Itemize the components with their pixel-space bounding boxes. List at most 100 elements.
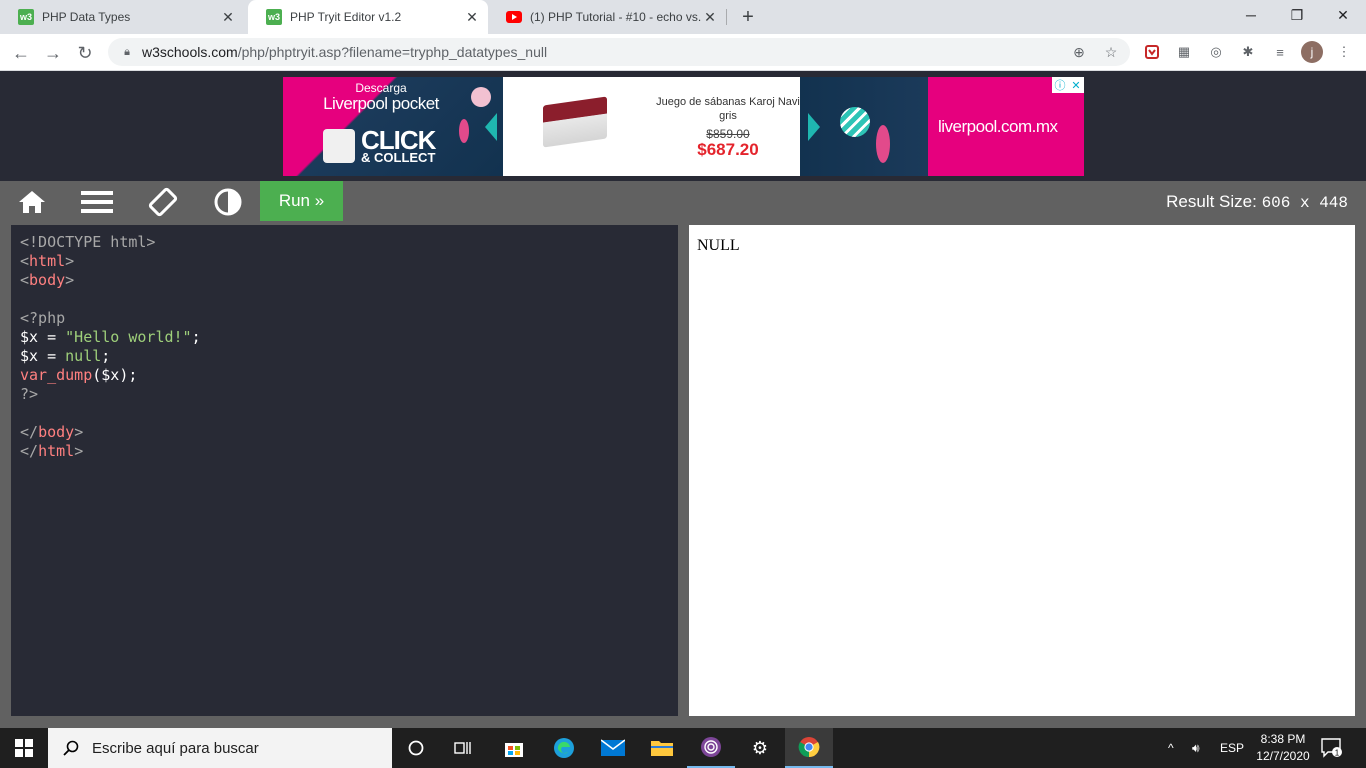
lock-icon[interactable]: 🔒︎ bbox=[120, 45, 134, 59]
liverpool-ad[interactable]: Descarga Liverpool pocket CLICK & COLLEC… bbox=[283, 77, 1084, 176]
url-text[interactable]: w3schools.com/php/phptryit.asp?filename=… bbox=[142, 44, 547, 60]
code-line: <html> bbox=[20, 252, 678, 271]
show-hidden-icons-chevron-icon[interactable]: ^ bbox=[1168, 728, 1174, 768]
operator: = bbox=[38, 347, 66, 365]
extensions-puzzle-icon[interactable]: ✱ bbox=[1239, 43, 1257, 61]
tag-name: body bbox=[38, 423, 75, 441]
operator: = bbox=[38, 328, 66, 346]
zoom-icon[interactable]: ⊕ bbox=[1070, 43, 1088, 61]
tab-php-tryit-editor[interactable]: w3 PHP Tryit Editor v1.2 ✕ bbox=[248, 0, 488, 34]
ornament-icon bbox=[459, 119, 469, 143]
arrow-shape-icon bbox=[808, 113, 820, 141]
volume-icon[interactable]: 🔊︎ bbox=[1192, 728, 1200, 768]
menu-kebab-icon[interactable]: ⋮ bbox=[1335, 43, 1353, 61]
forward-arrow-icon[interactable]: → bbox=[40, 40, 66, 66]
rotate-orientation-icon[interactable] bbox=[145, 187, 181, 217]
tag-name: html bbox=[38, 442, 75, 460]
code-line: <?php bbox=[20, 309, 678, 328]
omnibox[interactable]: 🔒︎ w3schools.com/php/phptryit.asp?filena… bbox=[108, 38, 1130, 66]
ornament-icon bbox=[840, 107, 870, 137]
ornament-icon bbox=[876, 125, 890, 163]
ornament-icon bbox=[471, 87, 491, 107]
tab-youtube-php-tutorial[interactable]: (1) PHP Tutorial - #10 - echo vs. p ✕ bbox=[488, 0, 726, 34]
reload-icon[interactable]: ↻ bbox=[72, 40, 98, 66]
tab-title: PHP Tryit Editor v1.2 bbox=[290, 10, 402, 24]
mail-icon[interactable] bbox=[589, 728, 637, 768]
clock-date: 12/7/2020 bbox=[1256, 749, 1310, 763]
code-line: <body> bbox=[20, 271, 678, 290]
php-variable: $x bbox=[20, 328, 39, 346]
task-view-icon[interactable] bbox=[440, 728, 488, 768]
code-line: </body> bbox=[20, 423, 678, 442]
result-size: Result Size: 606 x 448 bbox=[1166, 192, 1348, 212]
action-center-notification-icon[interactable]: 1 bbox=[1320, 736, 1344, 760]
result-output: NULL bbox=[697, 237, 740, 254]
system-clock[interactable]: 8:38 PM 12/7/2020 bbox=[1252, 731, 1314, 765]
file-explorer-icon[interactable] bbox=[638, 728, 686, 768]
ad-pocket-text: Liverpool pocket bbox=[323, 94, 439, 113]
menu-hamburger-icon[interactable] bbox=[79, 187, 115, 217]
tor-browser-icon[interactable] bbox=[687, 728, 735, 768]
result-size-label: Result Size: bbox=[1166, 192, 1257, 211]
result-size-value: 606 x 448 bbox=[1261, 194, 1348, 212]
ad-info-icon[interactable]: ⓘ bbox=[1052, 77, 1068, 93]
microsoft-store-icon[interactable] bbox=[490, 728, 538, 768]
bookmark-star-icon[interactable]: ☆ bbox=[1102, 43, 1120, 61]
settings-gear-icon[interactable]: ⚙ bbox=[736, 728, 784, 768]
extension-camera-icon[interactable]: ◎ bbox=[1207, 43, 1225, 61]
window-close-icon[interactable]: ✕ bbox=[1320, 0, 1366, 30]
ad-choices: ⓘ ✕ bbox=[1052, 77, 1084, 93]
gt: > bbox=[74, 442, 84, 460]
media-queue-icon[interactable]: ≡ bbox=[1271, 43, 1289, 61]
close-icon[interactable]: ✕ bbox=[220, 9, 236, 25]
semicolon: ; bbox=[191, 328, 201, 346]
lt: < bbox=[20, 252, 30, 270]
php-string: "Hello world!" bbox=[65, 328, 192, 346]
input-language[interactable]: ESP bbox=[1220, 728, 1244, 768]
semicolon: ; bbox=[101, 347, 111, 365]
ad-left-panel[interactable]: Descarga Liverpool pocket CLICK & COLLEC… bbox=[283, 77, 503, 176]
clock-time: 8:38 PM bbox=[1260, 732, 1306, 746]
extension-shield-icon[interactable] bbox=[1143, 43, 1161, 61]
new-tab-plus-icon[interactable]: + bbox=[736, 5, 760, 29]
ad-close-icon[interactable]: ✕ bbox=[1068, 77, 1084, 93]
ad-old-price: $859.00 bbox=[706, 127, 750, 141]
home-icon[interactable] bbox=[14, 187, 50, 217]
edge-browser-icon[interactable] bbox=[540, 728, 588, 768]
tab-php-data-types[interactable]: w3 PHP Data Types ✕ bbox=[0, 0, 244, 34]
lt: < bbox=[20, 271, 30, 289]
cortana-icon[interactable] bbox=[392, 728, 440, 768]
php-open-tag: <?php bbox=[20, 309, 66, 327]
code-line: <!DOCTYPE html> bbox=[20, 233, 678, 252]
gt: > bbox=[65, 271, 75, 289]
run-button[interactable]: Run » bbox=[260, 181, 343, 221]
php-null-keyword: null bbox=[65, 347, 102, 365]
windows-start-icon[interactable] bbox=[0, 728, 48, 768]
ad-right-panel[interactable]: liverpool.com.mx bbox=[800, 77, 1084, 176]
chrome-icon[interactable] bbox=[785, 728, 833, 768]
shopping-bag-icon bbox=[323, 129, 355, 163]
restore-icon[interactable]: ❐ bbox=[1274, 0, 1320, 30]
extension-grid-icon[interactable]: ▦ bbox=[1175, 43, 1193, 61]
lt: </ bbox=[20, 423, 39, 441]
result-pane[interactable]: NULL bbox=[689, 225, 1355, 716]
tab-title: (1) PHP Tutorial - #10 - echo vs. p bbox=[530, 10, 702, 24]
close-icon[interactable]: ✕ bbox=[702, 9, 718, 25]
w3schools-favicon-icon: w3 bbox=[18, 9, 34, 25]
youtube-favicon-icon bbox=[506, 9, 522, 25]
ad-collect-text: & COLLECT bbox=[361, 150, 436, 165]
notification-count: 1 bbox=[1335, 749, 1340, 758]
profile-avatar[interactable]: j bbox=[1301, 41, 1323, 63]
back-arrow-icon[interactable]: ← bbox=[8, 40, 34, 66]
minimize-icon[interactable]: ─ bbox=[1228, 0, 1274, 30]
contrast-theme-icon[interactable] bbox=[210, 187, 246, 217]
tab-separator bbox=[726, 9, 727, 25]
lt: </ bbox=[20, 442, 39, 460]
url-path: /php/phptryit.asp?filename=tryphp_dataty… bbox=[237, 44, 548, 60]
close-icon[interactable]: ✕ bbox=[464, 9, 480, 25]
taskbar-search[interactable]: Escribe aquí para buscar bbox=[48, 728, 392, 768]
tag-name: html bbox=[29, 252, 66, 270]
code-editor[interactable]: <!DOCTYPE html> <html> <body> <?php $x =… bbox=[11, 225, 678, 716]
ad-product-panel[interactable]: Juego de sábanas Karoj Navi gris $859.00… bbox=[503, 77, 800, 176]
arrow-shape-icon bbox=[485, 113, 497, 141]
